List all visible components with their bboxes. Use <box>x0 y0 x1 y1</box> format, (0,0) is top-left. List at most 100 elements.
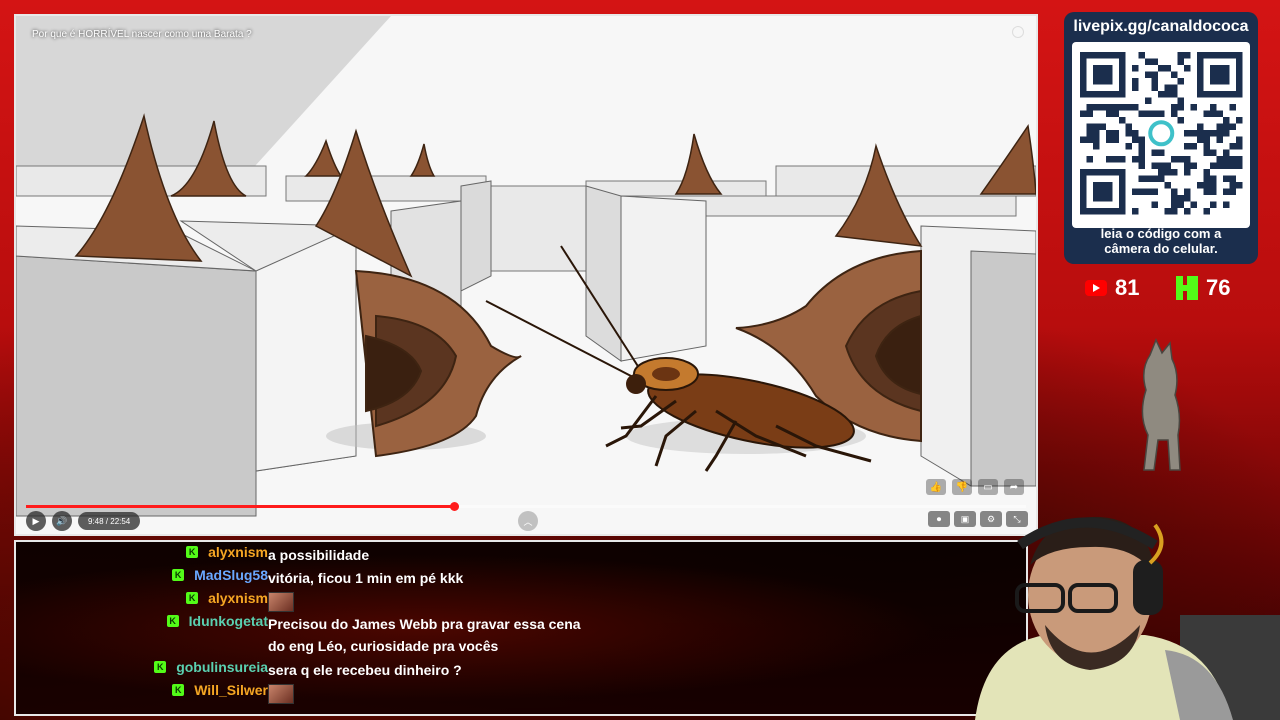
emote-icon <box>268 684 294 704</box>
chat-username[interactable]: alyxnism <box>208 544 268 560</box>
chat-username[interactable]: gobulinsureia <box>176 659 268 675</box>
chat-username[interactable]: Will_Silwer <box>194 682 268 698</box>
qr-module <box>1086 136 1093 143</box>
qr-module <box>1171 208 1178 215</box>
qr-module <box>1132 136 1139 143</box>
qr-module <box>1151 149 1158 156</box>
qr-module <box>1093 130 1100 137</box>
qr-module <box>1138 52 1145 59</box>
thumbs-up-icon[interactable]: 👍 <box>926 479 946 495</box>
qr-module <box>1229 188 1236 195</box>
chat-username[interactable]: alyxnism <box>208 590 268 606</box>
qr-module <box>1184 208 1191 215</box>
qr-module <box>1210 162 1217 169</box>
qr-module <box>1158 91 1165 98</box>
qr-module <box>1171 91 1178 98</box>
qr-module <box>1132 208 1139 215</box>
qr-module <box>1177 104 1184 111</box>
chat-username[interactable]: Idunkogetat <box>189 613 268 629</box>
qr-module <box>1145 97 1152 104</box>
qr-module <box>1099 104 1106 111</box>
qr-module <box>1119 156 1126 163</box>
qr-module <box>1203 130 1210 137</box>
qr-module <box>1145 175 1152 182</box>
qr-module <box>1138 175 1145 182</box>
qr-module <box>1229 162 1236 169</box>
volume-icon[interactable]: 🔊 <box>52 511 72 531</box>
qr-module <box>1216 110 1223 117</box>
chat-overlay: K alyxnism a possibilidade K MadSlug58 v… <box>14 540 1028 716</box>
qr-module <box>1229 123 1236 130</box>
qr-module <box>1138 188 1145 195</box>
qr-module <box>1138 143 1145 150</box>
qr-module <box>1184 188 1191 195</box>
qr-module <box>1216 156 1223 163</box>
qr-module <box>1112 156 1119 163</box>
video-title: Por que é HORRÍVEL nascer como uma Barat… <box>32 29 252 40</box>
qr-module <box>1125 123 1132 130</box>
thumbs-down-icon[interactable]: 👎 <box>952 479 972 495</box>
qr-module <box>1184 143 1191 150</box>
qr-module <box>1236 182 1243 189</box>
qr-finder-mark <box>1093 65 1113 85</box>
progress-bar[interactable] <box>26 502 1026 511</box>
qr-module <box>1203 208 1210 215</box>
qr-module <box>1086 156 1093 163</box>
qr-module <box>1138 149 1145 156</box>
qr-module <box>1210 175 1217 182</box>
qr-module <box>1223 188 1230 195</box>
qr-module <box>1164 169 1171 176</box>
qr-module <box>1106 136 1113 143</box>
qr-module <box>1229 104 1236 111</box>
qr-module <box>1223 201 1230 208</box>
qr-module <box>1177 201 1184 208</box>
qr-module <box>1223 130 1230 137</box>
youtube-viewer-count: 81 <box>1085 275 1139 301</box>
comment-icon[interactable]: ▭ <box>978 479 998 495</box>
autoplay-toggle-icon[interactable]: ⏺ <box>928 511 950 527</box>
chevron-up-icon[interactable]: ︿ <box>518 511 538 531</box>
qr-module <box>1171 71 1178 78</box>
emote-icon <box>268 592 294 612</box>
qr-module <box>1132 188 1139 195</box>
donation-qr-panel: livepix.gg/canaldococa leia o código com… <box>1064 12 1258 264</box>
qr-module <box>1177 195 1184 202</box>
qr-module <box>1086 130 1093 137</box>
qr-module <box>1132 84 1139 91</box>
qr-module <box>1184 162 1191 169</box>
video-player[interactable]: Por que é HORRÍVEL nascer como uma Barat… <box>14 14 1038 536</box>
qr-module <box>1236 162 1243 169</box>
qr-code-icon <box>1080 52 1243 215</box>
qr-module <box>1203 136 1210 143</box>
qr-module <box>1080 110 1087 117</box>
more-options-icon[interactable] <box>1012 26 1024 38</box>
qr-module <box>1171 156 1178 163</box>
qr-module <box>1171 169 1178 176</box>
qr-module <box>1216 136 1223 143</box>
qr-module <box>1171 84 1178 91</box>
qr-module <box>1223 162 1230 169</box>
chat-username[interactable]: MadSlug58 <box>194 567 268 583</box>
chat-text-continued: do eng Léo, curiosidade pra vocês <box>268 638 499 654</box>
share-icon[interactable]: ➦ <box>1004 479 1024 495</box>
donation-url: livepix.gg/canaldococa <box>1073 18 1249 35</box>
qr-module <box>1112 136 1119 143</box>
qr-module <box>1236 156 1243 163</box>
qr-caption-line2: câmera do celular. <box>1104 241 1218 256</box>
play-icon[interactable]: ▶ <box>26 511 46 531</box>
qr-module <box>1203 188 1210 195</box>
qr-module <box>1112 104 1119 111</box>
qr-code <box>1072 42 1250 228</box>
qr-module <box>1177 97 1184 104</box>
qr-module <box>1138 156 1145 163</box>
qr-module <box>1138 136 1145 143</box>
qr-module <box>1125 130 1132 137</box>
video-frame <box>16 16 1036 534</box>
qr-module <box>1223 175 1230 182</box>
qr-module <box>1223 149 1230 156</box>
qr-module <box>1112 110 1119 117</box>
qr-module <box>1164 182 1171 189</box>
progress-scrubber[interactable] <box>450 502 459 511</box>
qr-logo-mark <box>1148 120 1175 147</box>
qr-module <box>1197 182 1204 189</box>
